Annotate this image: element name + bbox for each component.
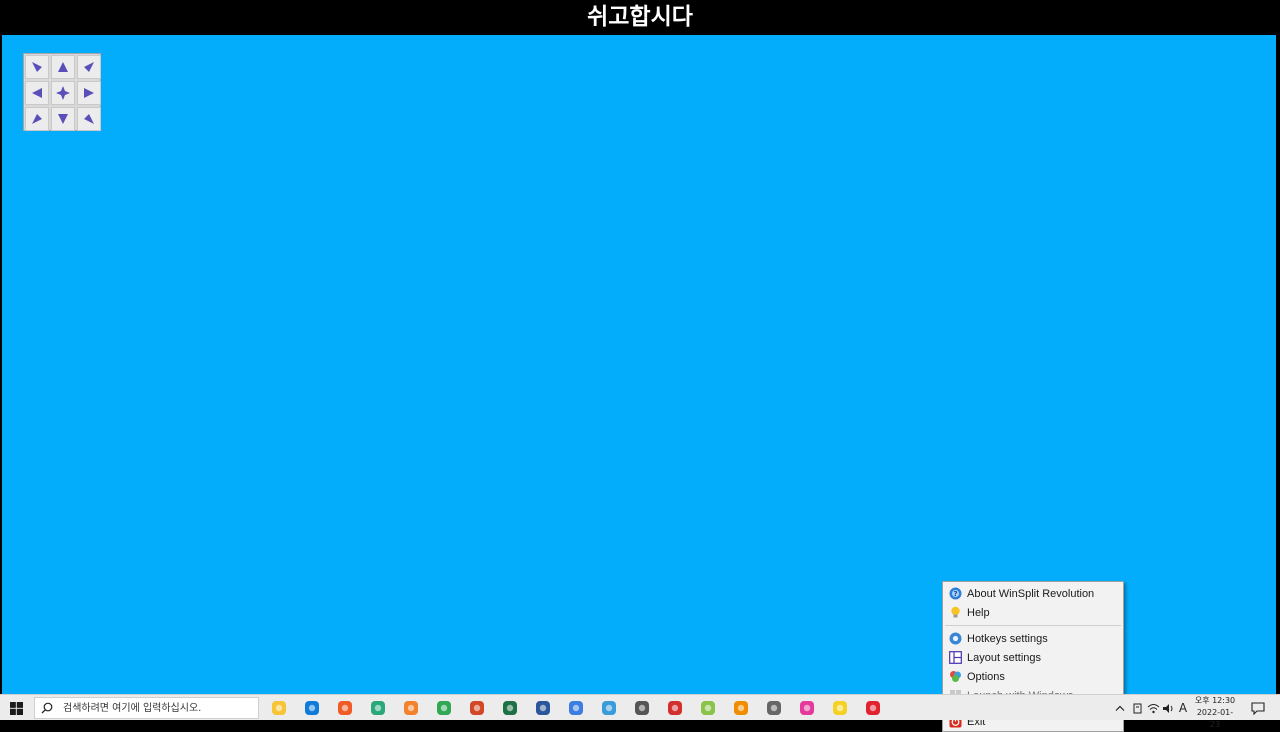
move-right-button[interactable] [77,81,101,105]
move-center-icon [56,86,70,100]
move-bottom-right-icon [84,114,94,124]
network-device-icon[interactable] [1130,700,1144,716]
volume-icon[interactable] [1161,700,1175,716]
menu-item-layout[interactable]: Layout settings [943,648,1123,667]
se-app-icon[interactable] [666,699,684,717]
menu-item-help[interactable]: Help [943,603,1123,622]
move-top-left-button[interactable] [25,55,49,79]
menu-item-label: Help [967,606,990,619]
edge-icon[interactable] [303,699,321,717]
search-tool-icon[interactable] [633,699,651,717]
move-left-button[interactable] [25,81,49,105]
hwp-icon[interactable] [567,699,585,717]
move-top-left-icon [32,62,42,72]
firefox-icon[interactable] [402,699,420,717]
remote-desktop-icon[interactable] [600,699,618,717]
app-icon[interactable] [369,699,387,717]
move-top-right-button[interactable] [77,55,101,79]
menu-separator [945,625,1121,626]
menu-item-label: Layout settings [967,651,1041,664]
search-icon [41,702,53,714]
color-app-icon[interactable] [798,699,816,717]
info-icon: ? [949,587,962,600]
move-bottom-right-button[interactable] [77,107,101,131]
menu-item-label: About WinSplit Revolution [967,587,1095,600]
clock-date: 2022-01-23 [1196,708,1234,729]
move-top-right-icon [84,62,94,72]
notification-center-icon[interactable] [1250,700,1266,716]
windows-logo-icon [9,701,23,715]
search-input[interactable] [61,701,245,715]
move-right-icon [84,88,94,98]
vlc-icon[interactable] [732,699,750,717]
layout-icon [949,651,962,664]
menu-item-label: Hotkeys settings [967,632,1048,645]
menu-item-hotkeys[interactable]: Hotkeys settings [943,629,1123,648]
svg-text:?: ? [953,590,957,598]
winsplit-move-pad [23,53,101,131]
move-down-icon [58,114,68,124]
top-banner-title: 쉬고합시다 [0,0,1280,35]
move-up-button[interactable] [51,55,75,79]
taskbar-clock[interactable]: 오후 12:30 2022-01-23 [1192,695,1238,729]
menu-item-about[interactable]: ? About WinSplit Revolution [943,584,1123,603]
menu-item-label: Options [967,670,1005,683]
chevron-up-icon[interactable] [1114,700,1126,716]
taskbar: A 오후 12:30 2022-01-23 [0,694,1280,729]
calculator-icon[interactable] [765,699,783,717]
taskbar-search[interactable] [34,697,259,719]
opera-icon[interactable] [864,699,882,717]
excel-icon[interactable] [501,699,519,717]
start-button[interactable] [4,698,28,718]
chrome-icon[interactable] [435,699,453,717]
menu-item-options[interactable]: Options [943,667,1123,686]
move-center-button[interactable] [51,81,75,105]
move-up-icon [58,62,68,72]
move-bottom-left-icon [32,114,42,124]
sticky-notes-icon[interactable] [831,699,849,717]
move-bottom-left-button[interactable] [25,107,49,131]
file-explorer-icon[interactable] [270,699,288,717]
wifi-icon[interactable] [1146,700,1160,716]
move-down-button[interactable] [51,107,75,131]
options-icon [949,670,962,683]
desktop[interactable]: ? About WinSplit Revolution Help Hotkeys… [2,35,1276,732]
word-icon[interactable] [534,699,552,717]
keyboard-icon [949,632,962,645]
ime-indicator[interactable]: A [1177,700,1189,716]
powerpoint-icon[interactable] [468,699,486,717]
move-left-icon [32,88,42,98]
lightbulb-icon [949,606,962,619]
android-icon[interactable] [699,699,717,717]
clock-time: 오후 12:30 [1194,696,1236,705]
brave-icon[interactable] [336,699,354,717]
